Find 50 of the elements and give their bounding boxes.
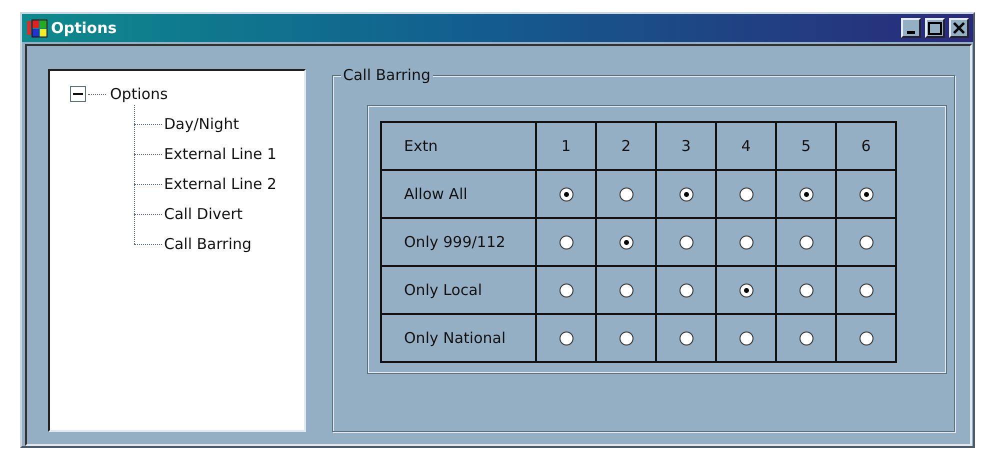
column-header: Extn xyxy=(381,122,536,170)
radio-button[interactable] xyxy=(678,235,694,250)
radio-button[interactable] xyxy=(858,235,874,250)
tree-item[interactable]: Options xyxy=(110,82,168,106)
window-title: Options xyxy=(51,18,117,39)
tree-item[interactable]: Day/Night xyxy=(164,112,239,136)
column-header: 6 xyxy=(836,122,896,170)
radio-button[interactable] xyxy=(798,331,814,346)
close-button[interactable] xyxy=(949,18,969,38)
radio-button[interactable] xyxy=(558,283,574,298)
radio-button[interactable] xyxy=(618,187,634,202)
radio-button[interactable] xyxy=(678,187,694,202)
radio-button[interactable] xyxy=(858,187,874,202)
radio-button[interactable] xyxy=(738,283,754,298)
minimize-button[interactable] xyxy=(901,18,921,38)
column-header: 5 xyxy=(776,122,836,170)
minimize-icon xyxy=(907,30,915,34)
column-header: 4 xyxy=(716,122,776,170)
radio-button[interactable] xyxy=(558,187,574,202)
radio-button[interactable] xyxy=(558,235,574,250)
column-header: 1 xyxy=(536,122,596,170)
app-icon xyxy=(26,18,48,38)
radio-button[interactable] xyxy=(738,187,754,202)
radio-button[interactable] xyxy=(798,187,814,202)
tree-item[interactable]: Call Barring xyxy=(164,232,252,256)
maximize-button[interactable] xyxy=(925,18,945,38)
radio-button[interactable] xyxy=(618,331,634,346)
collapse-toggle-icon[interactable] xyxy=(70,86,86,102)
column-header: 3 xyxy=(656,122,716,170)
row-label: Allow All xyxy=(381,170,536,218)
radio-button[interactable] xyxy=(558,331,574,346)
radio-button[interactable] xyxy=(858,331,874,346)
maximize-icon xyxy=(928,22,942,34)
radio-button[interactable] xyxy=(618,235,634,250)
radio-button[interactable] xyxy=(738,235,754,250)
radio-button[interactable] xyxy=(678,283,694,298)
radio-button[interactable] xyxy=(618,283,634,298)
radio-button[interactable] xyxy=(798,235,814,250)
column-header: 2 xyxy=(596,122,656,170)
close-icon xyxy=(953,22,965,34)
radio-button[interactable] xyxy=(858,283,874,298)
tree-item[interactable]: External Line 2 xyxy=(164,172,277,196)
row-label: Only National xyxy=(381,314,536,362)
radio-button[interactable] xyxy=(738,331,754,346)
radio-button[interactable] xyxy=(678,331,694,346)
radio-button[interactable] xyxy=(798,283,814,298)
row-label: Only 999/112 xyxy=(381,218,536,266)
tree-item[interactable]: External Line 1 xyxy=(164,142,277,166)
row-label: Only Local xyxy=(381,266,536,314)
tree-item[interactable]: Call Divert xyxy=(164,202,243,226)
